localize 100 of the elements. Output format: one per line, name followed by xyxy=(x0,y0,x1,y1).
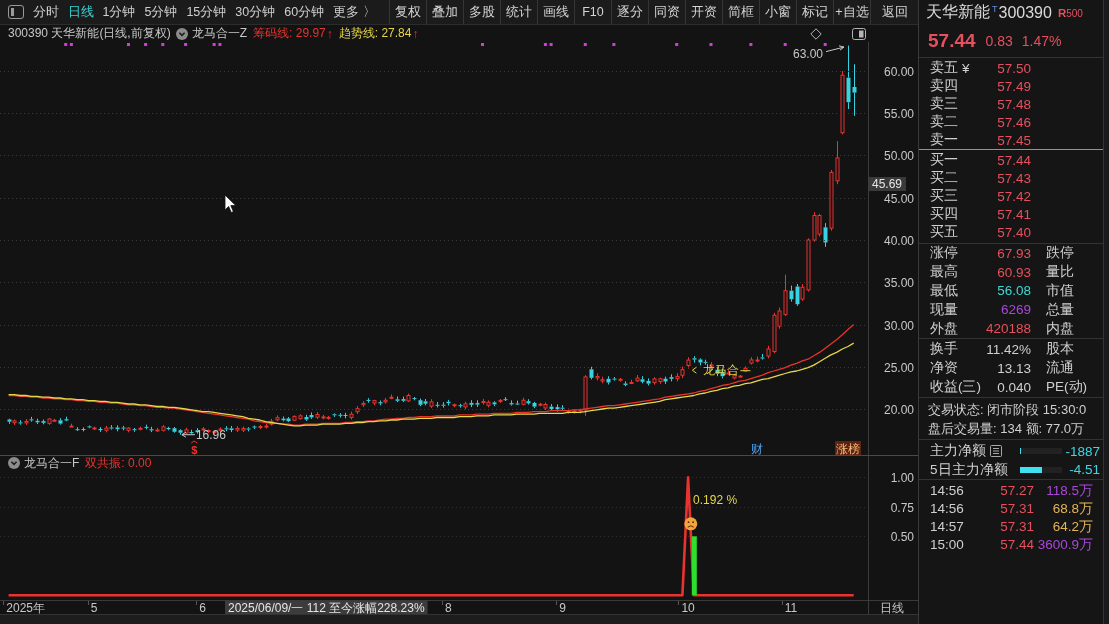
stat-label: 市值 xyxy=(1046,282,1075,300)
signal-bar xyxy=(691,536,697,596)
session-info: 盘后交易量: 134 额: 77.0万 xyxy=(928,420,1086,439)
stat-value: 13.13 xyxy=(996,361,1031,376)
stat-label: 换手 xyxy=(930,340,959,359)
tick-volume: 118.5万 xyxy=(1045,482,1093,500)
indicator-reading: 双共振: 0.00 xyxy=(85,454,152,472)
order-level-label: 买二 xyxy=(930,169,958,187)
tick-time: 15:00 xyxy=(930,537,965,553)
tick-time: 14:56 xyxy=(930,483,965,499)
period-tab[interactable]: 日线 xyxy=(63,0,98,24)
panel-toggle-icon[interactable] xyxy=(852,27,866,40)
sad-face-icon xyxy=(684,517,698,531)
tick-price: 57.31 xyxy=(999,519,1034,535)
axis-label: 6 xyxy=(199,600,207,614)
legend-value: 趋势线: 27.84 xyxy=(338,25,412,42)
order-level-label: 卖一 xyxy=(930,131,958,149)
toolbar-button[interactable]: +自选 xyxy=(833,0,870,24)
axis-label: 5 xyxy=(90,600,98,614)
stat-value: 67.93 xyxy=(996,245,1031,261)
legend-value: 筹码线: 29.97 xyxy=(253,25,326,42)
price-change: 0.83 xyxy=(985,33,1013,49)
axis-label: 20.00 xyxy=(883,402,914,417)
flow-label: 主力净额 xyxy=(930,442,986,461)
rank-tag: 涨榜 xyxy=(835,441,861,455)
order-price: 57.43 xyxy=(996,170,1031,186)
order-level-label: 买四 xyxy=(930,205,958,223)
cursor-date-label: 2025/06/09/一 112 至今涨幅228.23% xyxy=(225,600,428,614)
sidebar-toggle-icon[interactable] xyxy=(8,5,24,19)
period-tab[interactable]: 30分钟 xyxy=(230,0,280,24)
order-price: 57.40 xyxy=(996,224,1031,240)
order-level-label: 卖二 xyxy=(930,113,958,131)
change-percent: 1.47% xyxy=(1021,33,1062,49)
indicator-name: 龙马合一F xyxy=(24,454,80,472)
order-price: 57.48 xyxy=(996,96,1031,112)
diamond-icon[interactable] xyxy=(810,27,822,40)
tick-price: 57.31 xyxy=(999,501,1034,517)
trend-arrow: ↑ xyxy=(412,26,419,41)
cursor-price-label: 45.69 xyxy=(869,177,906,191)
stat-label: 总量 xyxy=(1046,300,1075,319)
tick-volume: 68.8万 xyxy=(1051,500,1093,518)
arrow-icon xyxy=(181,431,196,438)
chart-title: 300390 天华新能(日线,前复权) xyxy=(8,25,171,42)
axis-label: 35.00 xyxy=(883,275,914,290)
finance-marker: 财 xyxy=(750,442,763,455)
tick-time: 14:57 xyxy=(930,519,965,535)
stat-value: 60.93 xyxy=(996,264,1031,280)
order-level-label: 卖三 xyxy=(930,95,958,113)
axis-label: 8 xyxy=(444,600,452,614)
stat-value: 420188 xyxy=(985,321,1031,337)
stat-label: 收益(三) xyxy=(930,378,982,397)
order-level-label: 卖四 xyxy=(930,77,958,95)
price-label: 63.00 xyxy=(792,46,823,61)
order-price: 57.50 xyxy=(996,60,1031,76)
period-tab[interactable]: 15分钟 xyxy=(181,0,231,24)
period-tab[interactable]: 5分钟 xyxy=(139,0,182,24)
mouse-pointer-icon xyxy=(224,194,237,213)
session-info: 交易状态: 闭市阶段 15:30:0 xyxy=(928,401,1088,419)
order-level-label: 买五 xyxy=(930,223,958,241)
axis-label: 55.00 xyxy=(883,106,914,121)
stat-value: 0.040 xyxy=(996,380,1031,395)
indicator-value-label: 0.192 % xyxy=(693,493,738,508)
period-label: 日线 xyxy=(880,600,904,614)
axis-label: 25.00 xyxy=(883,360,914,375)
period-tab[interactable]: 60分钟 xyxy=(279,0,329,24)
axis-label: 2025年 xyxy=(6,600,46,614)
trend-arrow: ↑ xyxy=(326,26,333,41)
flow-value: -1887 xyxy=(1064,443,1101,459)
axis-label: 60.00 xyxy=(883,64,914,79)
stat-label: 股本 xyxy=(1046,340,1075,359)
flow-value: -4.51 xyxy=(1068,462,1101,478)
last-price: 57.44 xyxy=(928,30,976,52)
axis-label: 50.00 xyxy=(883,148,914,163)
price-label: 16.96 xyxy=(195,427,226,442)
period-tab[interactable]: 1分钟 xyxy=(98,0,140,24)
axis-label: 45.00 xyxy=(883,191,914,206)
axis-label: 11 xyxy=(784,600,798,614)
order-price: 57.46 xyxy=(996,114,1031,130)
chevron-down-icon[interactable] xyxy=(175,27,188,40)
order-level-label: 卖五 xyxy=(930,59,958,77)
axis-label: 10 xyxy=(681,600,695,614)
period-tab[interactable]: 更多 〉 xyxy=(328,0,381,24)
stock-code: 300390 xyxy=(998,3,1052,22)
chevron-down-icon[interactable] xyxy=(8,457,20,469)
stat-label: 外盘 xyxy=(930,319,959,338)
chevron-left-icon xyxy=(691,366,697,374)
stat-label: 最高 xyxy=(930,263,959,282)
order-level-label: 买一 xyxy=(930,151,958,169)
stat-label: 涨停 xyxy=(930,244,959,263)
stat-label: 内盘 xyxy=(1046,319,1075,338)
currency-mark: ¥ xyxy=(962,60,970,76)
rank-label: R500 xyxy=(1057,6,1083,19)
axis-label: 30.00 xyxy=(883,318,914,333)
order-price: 57.49 xyxy=(996,78,1031,94)
period-tab[interactable]: 分时 xyxy=(28,0,63,24)
list-icon[interactable] xyxy=(990,445,1002,458)
axis-label: 9 xyxy=(559,600,566,614)
stat-value: 56.08 xyxy=(996,283,1031,299)
stat-label: PE(动) xyxy=(1046,378,1088,397)
axis-label: 1.00 xyxy=(890,470,914,485)
